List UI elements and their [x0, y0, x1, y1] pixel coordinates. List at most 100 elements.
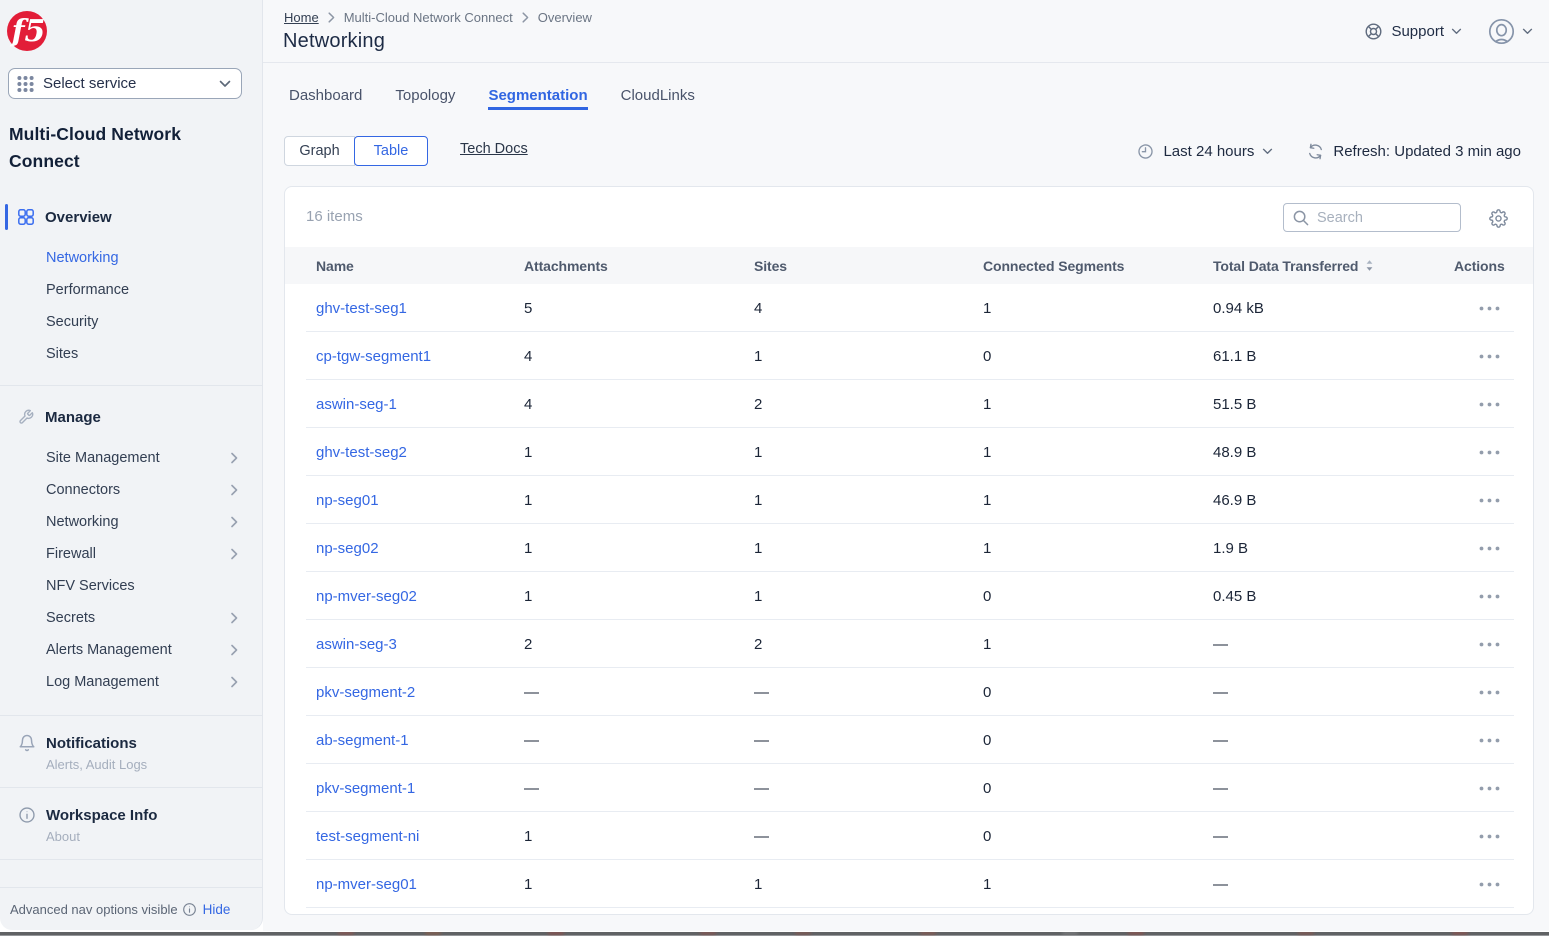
segment-name-link[interactable]: pkv-segment-2: [316, 668, 415, 716]
account-menu[interactable]: [1488, 18, 1533, 45]
sidebar: f5 Select service Multi-Cloud Network Co…: [0, 0, 263, 930]
overview-label: Overview: [45, 209, 112, 226]
segment-name-link[interactable]: np-mver-seg02: [316, 572, 417, 620]
cell-connected-segments: 1: [983, 428, 991, 476]
sidebar-item-notifications[interactable]: Notifications Alerts, Audit Logs: [0, 716, 262, 787]
table-body: ghv-test-seg1 5 4 1 0.94 kB cp-tgw-segme…: [285, 284, 1533, 908]
breadcrumb-home-link[interactable]: Home: [284, 10, 319, 25]
cell-connected-segments: 1: [983, 524, 991, 572]
lifebuoy-icon: [1364, 22, 1383, 41]
search-box: [1283, 203, 1461, 232]
tab-topology[interactable]: Topology: [395, 86, 455, 110]
select-service-dropdown[interactable]: Select service: [8, 68, 242, 99]
segment-name-link[interactable]: cp-tgw-segment1: [316, 332, 431, 380]
segment-name-link[interactable]: pkv-segment-1: [316, 764, 415, 812]
refresh-button[interactable]: Refresh: Updated 3 min ago: [1307, 143, 1521, 160]
chevron-down-icon: [219, 80, 231, 88]
sort-icon[interactable]: [1365, 259, 1374, 272]
time-range-label: Last 24 hours: [1163, 143, 1254, 160]
cell-sites: 1: [754, 860, 762, 908]
sidebar-subitem[interactable]: Security: [0, 306, 262, 338]
column-header-sites[interactable]: Sites: [754, 247, 787, 284]
workspace-info-label: Workspace Info: [46, 807, 157, 824]
sidebar-subitem[interactable]: Networking: [0, 506, 262, 538]
segment-name-link[interactable]: ghv-test-seg2: [316, 428, 407, 476]
column-header-attachments[interactable]: Attachments: [524, 247, 608, 284]
segment-name-link[interactable]: ghv-test-seg1: [316, 284, 407, 332]
table-settings-button[interactable]: [1489, 209, 1508, 228]
row-actions-button[interactable]: [1475, 764, 1503, 812]
sidebar-subitem[interactable]: Connectors: [0, 474, 262, 506]
row-actions-button[interactable]: [1475, 668, 1503, 716]
cell-total-data: —: [1213, 812, 1228, 860]
segment-name-link[interactable]: np-seg01: [316, 476, 379, 524]
sidebar-subitem[interactable]: Alerts Management: [0, 634, 262, 666]
page-title: Networking: [283, 30, 385, 53]
hide-link[interactable]: Hide: [203, 902, 231, 917]
breadcrumb-section: Multi-Cloud Network Connect: [344, 10, 513, 25]
sidebar-subitem[interactable]: Sites: [0, 338, 262, 370]
column-header-name[interactable]: Name: [316, 247, 354, 284]
sidebar-subitem[interactable]: Site Management: [0, 442, 262, 474]
tab-segmentation[interactable]: Segmentation: [488, 86, 587, 110]
notifications-label: Notifications: [46, 735, 137, 752]
cell-total-data: 51.5 B: [1213, 380, 1256, 428]
cell-sites: —: [754, 716, 769, 764]
cell-attachments: 1: [524, 572, 532, 620]
items-count: 16 items: [306, 208, 363, 225]
tech-docs-link[interactable]: Tech Docs: [460, 141, 528, 157]
row-actions-button[interactable]: [1475, 860, 1503, 908]
dock-strip: [0, 932, 1549, 936]
row-actions-button[interactable]: [1475, 716, 1503, 764]
cell-total-data: —: [1213, 860, 1228, 908]
tab-bar: Dashboard Topology Segmentation CloudLin…: [289, 86, 728, 110]
row-actions-button[interactable]: [1475, 524, 1503, 572]
segment-name-link[interactable]: np-seg02: [316, 524, 379, 572]
row-actions-button[interactable]: [1475, 620, 1503, 668]
tab-dashboard[interactable]: Dashboard: [289, 86, 362, 110]
sidebar-item-workspace-info[interactable]: Workspace Info About: [0, 788, 262, 859]
cell-sites: 1: [754, 476, 762, 524]
support-menu[interactable]: Support: [1364, 22, 1462, 41]
info-circle-icon: [182, 902, 197, 917]
sidebar-item-manage[interactable]: Manage: [0, 396, 262, 438]
cell-attachments: —: [524, 764, 539, 812]
sidebar-subitem[interactable]: Firewall: [0, 538, 262, 570]
segment-name-link[interactable]: aswin-seg-1: [316, 380, 397, 428]
advanced-nav-text: Advanced nav options visible: [10, 902, 178, 917]
sidebar-subitem[interactable]: NFV Services: [0, 570, 262, 602]
table-view-button[interactable]: Table: [354, 136, 428, 166]
manage-label: Manage: [45, 409, 101, 426]
sidebar-subitem[interactable]: Secrets: [0, 602, 262, 634]
segment-name-link[interactable]: ab-segment-1: [316, 716, 409, 764]
row-actions-button[interactable]: [1475, 572, 1503, 620]
table-row: ghv-test-seg1 5 4 1 0.94 kB: [285, 284, 1533, 332]
sidebar-item-overview[interactable]: Overview: [0, 196, 262, 238]
segment-name-link[interactable]: test-segment-ni: [316, 812, 419, 860]
segment-name-link[interactable]: aswin-seg-3: [316, 620, 397, 668]
search-input[interactable]: [1317, 210, 1447, 226]
time-range-dropdown[interactable]: Last 24 hours: [1137, 143, 1273, 160]
cell-sites: 1: [754, 428, 762, 476]
sidebar-subitem[interactable]: Log Management: [0, 666, 262, 698]
table-row: np-seg01 1 1 1 46.9 B: [285, 476, 1533, 524]
sidebar-subitem[interactable]: Performance: [0, 274, 262, 306]
row-actions-button[interactable]: [1475, 284, 1503, 332]
graph-view-button[interactable]: Graph: [284, 136, 355, 166]
row-actions-button[interactable]: [1475, 428, 1503, 476]
sidebar-subitem[interactable]: Networking: [0, 242, 262, 274]
segment-name-link[interactable]: np-mver-seg01: [316, 860, 417, 908]
f5-logo-icon[interactable]: f5: [7, 10, 48, 52]
column-header-connected-segments[interactable]: Connected Segments: [983, 247, 1124, 284]
cell-sites: —: [754, 764, 769, 812]
row-actions-button[interactable]: [1475, 380, 1503, 428]
workspace-title: Multi-Cloud Network Connect: [9, 121, 239, 175]
tab-cloudlinks[interactable]: CloudLinks: [621, 86, 695, 110]
cell-connected-segments: 1: [983, 476, 991, 524]
column-header-total-data[interactable]: Total Data Transferred: [1213, 247, 1374, 284]
table-row: ab-segment-1 — — 0 —: [285, 716, 1533, 764]
row-actions-button[interactable]: [1475, 476, 1503, 524]
cell-total-data: —: [1213, 764, 1228, 812]
row-actions-button[interactable]: [1475, 332, 1503, 380]
row-actions-button[interactable]: [1475, 812, 1503, 860]
